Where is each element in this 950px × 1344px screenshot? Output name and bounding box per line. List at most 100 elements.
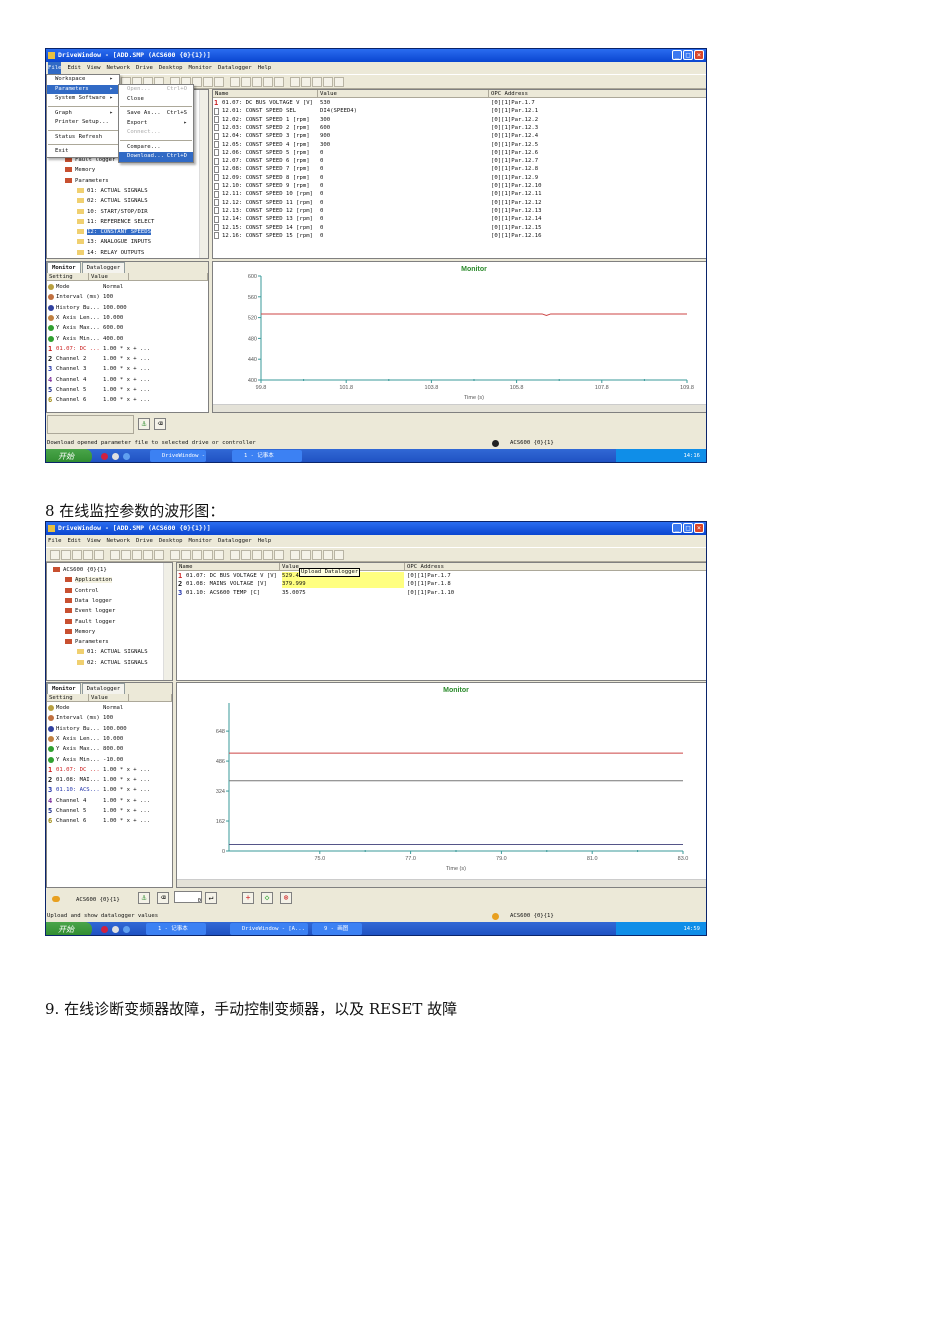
menu-item-close[interactable]: Close	[119, 95, 193, 105]
tree-item[interactable]: 14: RELAY OUTPUTS	[77, 249, 144, 257]
tab-datalogger[interactable]: Datalogger	[81, 262, 126, 273]
eraser-button[interactable]: ⌫	[157, 892, 169, 904]
tree-item[interactable]: 12: CONSTANT SPEEDS	[77, 228, 151, 236]
setting-value[interactable]: 1.00 * x + ...	[103, 776, 150, 784]
setting-name[interactable]: Y Axis Max...	[56, 324, 100, 332]
toolbar-button-icon[interactable]	[214, 549, 224, 560]
menu-edit[interactable]: Edit	[67, 535, 80, 547]
toolbar-button-icon[interactable]	[132, 549, 142, 560]
tree-item[interactable]: Control	[65, 587, 99, 595]
setting-value[interactable]: Normal	[103, 283, 123, 291]
parameter-name[interactable]: 12.12: CONST SPEED 11 [rpm]	[222, 199, 313, 207]
tree-item[interactable]: Memory	[65, 628, 95, 636]
menu-item-save-as[interactable]: Save As... Ctrl+S	[119, 109, 193, 119]
anchor-button[interactable]: ⚓	[138, 892, 150, 904]
local-control-button[interactable]: +	[242, 892, 254, 904]
column-header-opc-address[interactable]: OPC Address	[405, 563, 706, 571]
menu-datalogger[interactable]: Datalogger	[218, 535, 252, 547]
setting-value[interactable]: 10.000	[103, 735, 123, 743]
toolbar-button-icon[interactable]	[110, 549, 120, 560]
parameter-value[interactable]: 0	[320, 215, 323, 223]
parameter-value[interactable]: 600	[320, 124, 330, 132]
tree-item[interactable]: ACS600 {0}{1}	[53, 566, 107, 574]
menu-network[interactable]: Network	[106, 535, 130, 547]
menu-item-graph[interactable]: Graph ▸	[47, 109, 119, 119]
setting-name[interactable]: Mode	[56, 283, 69, 291]
column-header-name[interactable]: Name	[213, 90, 318, 98]
setting-value[interactable]: 1.00 * x + ...	[103, 386, 150, 394]
parameter-name[interactable]: 01.08: MAINS VOLTAGE [V]	[186, 580, 267, 588]
setting-name[interactable]: X Axis Len...	[56, 314, 100, 322]
toolbar-button-icon[interactable]	[274, 76, 284, 87]
setting-name[interactable]: 01.07: DC ...	[56, 766, 100, 774]
parameter-name[interactable]: 12.14: CONST SPEED 13 [rpm]	[222, 215, 313, 223]
tree-scrollbar[interactable]	[163, 563, 172, 680]
ie-icon[interactable]	[123, 453, 130, 460]
toolbar-button-icon[interactable]	[312, 76, 322, 87]
toolbar-button-icon[interactable]	[203, 76, 213, 87]
toolbar-button-icon[interactable]	[50, 549, 60, 560]
parameter-name[interactable]: 12.09: CONST SPEED 8 [rpm]	[222, 174, 310, 182]
toolbar-button-icon[interactable]	[241, 76, 251, 87]
menu-monitor[interactable]: Monitor	[188, 535, 212, 547]
start-button[interactable]: ◇	[261, 892, 273, 904]
tree-item[interactable]: 02: ACTUAL SIGNALS	[77, 197, 148, 205]
chart-horizontal-scrollbar[interactable]	[213, 404, 706, 412]
parameter-value[interactable]: 0	[320, 199, 323, 207]
toolbar-button-icon[interactable]	[323, 549, 333, 560]
ie-icon[interactable]	[123, 926, 130, 933]
tab-datalogger[interactable]: Datalogger	[81, 683, 126, 694]
minimize-button[interactable]: _	[672, 50, 682, 60]
menu-item-workspace[interactable]: Workspace ▸	[47, 75, 119, 85]
setting-name[interactable]: History Bu...	[56, 304, 100, 312]
toolbar-button-icon[interactable]	[263, 76, 273, 87]
parameter-name[interactable]: 12.11: CONST SPEED 10 [rpm]	[222, 190, 313, 198]
parameter-name[interactable]: 01.10: ACS600 TEMP [C]	[186, 589, 260, 597]
setting-value[interactable]: 100	[103, 714, 113, 722]
tab-monitor[interactable]: Monitor	[47, 683, 81, 694]
enter-button[interactable]: ↵	[205, 892, 217, 904]
toolbar-button-icon[interactable]	[143, 549, 153, 560]
parameter-value[interactable]: 0	[320, 174, 323, 182]
setting-name[interactable]: 01.10: ACS...	[56, 786, 100, 794]
parameter-value[interactable]: 0	[320, 149, 323, 157]
menu-datalogger[interactable]: Datalogger	[218, 62, 252, 74]
tree-item[interactable]: Parameters	[65, 638, 109, 646]
tree-item[interactable]: 01: ACTUAL SIGNALS	[77, 187, 148, 195]
column-header-value[interactable]: Value	[89, 273, 129, 281]
toolbar-button-icon[interactable]	[121, 549, 131, 560]
browser-icon[interactable]	[101, 453, 108, 460]
menu-item-exit[interactable]: Exit	[47, 147, 119, 157]
start-button[interactable]: 开始	[46, 449, 92, 462]
parameter-value[interactable]: 0	[320, 182, 323, 190]
toolbar-button-icon[interactable]	[192, 549, 202, 560]
tree-item[interactable]: 11: REFERENCE SELECT	[77, 218, 154, 226]
taskbar-item[interactable]: 9 - 画图	[312, 923, 362, 935]
menu-item-parameters[interactable]: Parameters ▸	[47, 84, 119, 94]
toolbar-button-icon[interactable]	[301, 549, 311, 560]
parameter-name[interactable]: 01.07: DC BUS VOLTAGE V [V]	[186, 572, 277, 580]
toolbar-button-icon[interactable]	[274, 549, 284, 560]
menu-drive[interactable]: Drive	[136, 535, 153, 547]
setting-name[interactable]: Y Axis Min...	[56, 335, 100, 343]
tree-item[interactable]: Parameters	[65, 177, 109, 185]
menu-view[interactable]: View	[87, 535, 100, 547]
browser-icon[interactable]	[101, 926, 108, 933]
setting-value[interactable]: 400.00	[103, 335, 123, 343]
parameter-name[interactable]: 12.05: CONST SPEED 4 [rpm]	[222, 141, 310, 149]
maximize-button[interactable]: □	[683, 523, 693, 533]
tab-monitor[interactable]: Monitor	[47, 262, 81, 273]
parameter-name[interactable]: 12.15: CONST SPEED 14 [rpm]	[222, 224, 313, 232]
minimize-button[interactable]: _	[672, 523, 682, 533]
setting-value[interactable]: 1.00 * x + ...	[103, 396, 150, 404]
toolbar-button-icon[interactable]	[334, 76, 344, 87]
media-icon[interactable]	[112, 453, 119, 460]
toolbar-button-icon[interactable]	[241, 549, 251, 560]
menu-monitor[interactable]: Monitor	[188, 62, 212, 74]
column-header-name[interactable]: Name	[177, 563, 280, 571]
media-icon[interactable]	[112, 926, 119, 933]
toolbar-button-icon[interactable]	[230, 76, 240, 87]
reference-input[interactable]: 0	[174, 891, 202, 904]
parameter-value[interactable]: 35.0075	[282, 589, 306, 597]
setting-name[interactable]: Y Axis Min...	[56, 756, 100, 764]
